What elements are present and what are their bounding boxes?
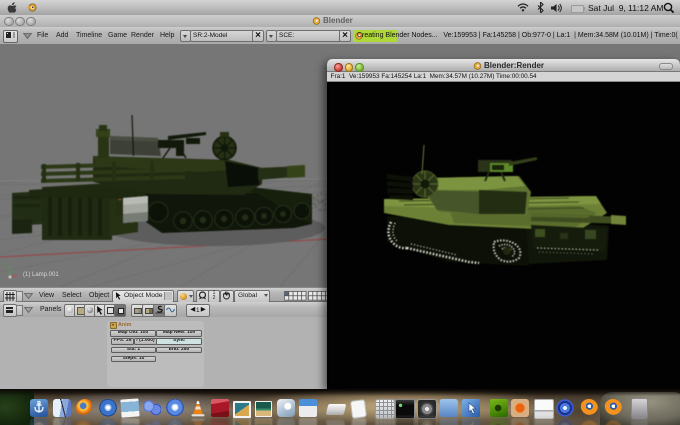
svg-text:z: z	[3, 262, 6, 268]
